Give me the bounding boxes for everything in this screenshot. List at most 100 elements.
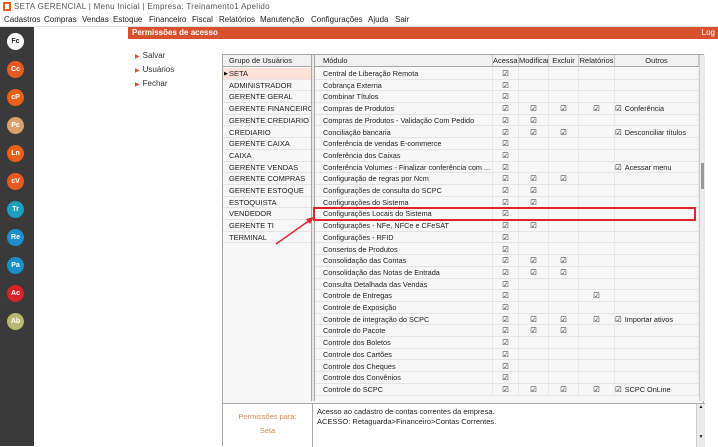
permission-cell-a[interactable]: ☑: [493, 266, 519, 279]
permission-cell-a[interactable]: ☑: [493, 68, 519, 80]
action-2[interactable]: ▶ Fechar: [135, 79, 168, 88]
permission-cell-mo[interactable]: [519, 372, 549, 384]
other-permission-cell[interactable]: ☑ Desconciliar títulos: [615, 126, 699, 139]
group-row[interactable]: ESTOQUISTA: [223, 197, 311, 209]
permission-cell-r[interactable]: [579, 68, 615, 80]
checkbox-checked-icon[interactable]: ☑: [560, 174, 567, 183]
checkbox-checked-icon[interactable]: ☑: [502, 256, 509, 265]
checkbox-checked-icon[interactable]: ☑: [560, 268, 567, 277]
permission-cell-mo[interactable]: ☑: [519, 220, 549, 232]
group-row[interactable]: SETA: [223, 68, 311, 80]
checkbox-checked-icon[interactable]: ☑: [615, 104, 622, 113]
other-permission-cell[interactable]: [615, 266, 699, 279]
permission-cell-a[interactable]: ☑: [493, 149, 519, 162]
checkbox-checked-icon[interactable]: ☑: [615, 385, 622, 394]
group-row[interactable]: ADMINISTRADOR: [223, 80, 311, 92]
permission-cell-r[interactable]: [579, 126, 615, 139]
shortcut-1-icon[interactable]: Cc: [7, 61, 24, 78]
shortcut-10-icon[interactable]: Ab: [7, 313, 24, 330]
permission-cell-a[interactable]: ☑: [493, 302, 519, 314]
checkbox-checked-icon[interactable]: ☑: [502, 116, 509, 125]
other-permission-cell[interactable]: [615, 348, 699, 361]
permission-cell-e[interactable]: [549, 360, 579, 373]
permission-cell-r[interactable]: [579, 255, 615, 267]
other-permission-cell[interactable]: ☑ Importar ativos: [615, 313, 699, 326]
checkbox-checked-icon[interactable]: ☑: [593, 104, 600, 113]
permission-cell-e[interactable]: [549, 138, 579, 150]
permission-cell-r[interactable]: [579, 173, 615, 185]
permission-cell-mo[interactable]: [519, 149, 549, 162]
checkbox-checked-icon[interactable]: ☑: [502, 174, 509, 183]
permission-cell-a[interactable]: ☑: [493, 313, 519, 326]
permission-row[interactable]: Consulta Detalhada das Vendas ☑: [315, 278, 699, 291]
checkbox-checked-icon[interactable]: ☑: [530, 221, 537, 230]
permission-cell-e[interactable]: [549, 348, 579, 361]
other-permission-cell[interactable]: [615, 255, 699, 267]
checkbox-checked-icon[interactable]: ☑: [530, 116, 537, 125]
checkbox-checked-icon[interactable]: ☑: [502, 385, 509, 394]
permission-cell-r[interactable]: [579, 79, 615, 92]
permission-cell-e[interactable]: ☑: [549, 126, 579, 139]
permission-cell-r[interactable]: [579, 348, 615, 361]
permission-cell-e[interactable]: ☑: [549, 103, 579, 115]
permission-row[interactable]: Controle dos Boletos ☑: [315, 337, 699, 349]
checkbox-checked-icon[interactable]: ☑: [502, 268, 509, 277]
permission-row[interactable]: Configurações - RFID ☑: [315, 231, 699, 244]
other-permission-cell[interactable]: [615, 360, 699, 373]
group-row[interactable]: GERENTE CAIXA: [223, 138, 311, 150]
checkbox-checked-icon[interactable]: ☑: [502, 326, 509, 335]
checkbox-checked-icon[interactable]: ☑: [560, 256, 567, 265]
menu-item-1[interactable]: Compras: [44, 15, 76, 24]
permission-row[interactable]: Central de Liberação Remota ☑: [315, 68, 699, 80]
checkbox-checked-icon[interactable]: ☑: [502, 291, 509, 300]
column-header[interactable]: Acessar: [493, 55, 519, 67]
checkbox-checked-icon[interactable]: ☑: [615, 128, 622, 137]
permission-cell-e[interactable]: ☑: [549, 313, 579, 326]
other-permission-cell[interactable]: [615, 91, 699, 104]
shortcut-0-icon[interactable]: Fc: [7, 33, 24, 50]
permission-cell-mo[interactable]: [519, 278, 549, 291]
permission-row[interactable]: Conciliação bancaria ☑ ☑ ☑ ☑ Desconciliar tít…: [315, 126, 699, 139]
permission-cell-a[interactable]: ☑: [493, 103, 519, 115]
permission-cell-r[interactable]: [579, 138, 615, 150]
group-row[interactable]: CREDIARIO: [223, 127, 311, 139]
shortcut-3-icon[interactable]: Pc: [7, 117, 24, 134]
checkbox-checked-icon[interactable]: ☑: [593, 291, 600, 300]
group-row[interactable]: GERENTE CREDIARIO: [223, 115, 311, 127]
checkbox-checked-icon[interactable]: ☑: [560, 315, 567, 324]
checkbox-checked-icon[interactable]: ☑: [593, 315, 600, 324]
action-1[interactable]: ▶ Usuários: [135, 65, 174, 74]
checkbox-checked-icon[interactable]: ☑: [530, 385, 537, 394]
checkbox-checked-icon[interactable]: ☑: [530, 256, 537, 265]
permission-cell-r[interactable]: [579, 302, 615, 314]
permission-cell-a[interactable]: ☑: [493, 337, 519, 349]
permission-cell-a[interactable]: ☑: [493, 91, 519, 104]
permission-cell-mo[interactable]: [519, 360, 549, 373]
permission-cell-e[interactable]: [549, 231, 579, 244]
other-permission-cell[interactable]: [615, 278, 699, 291]
other-permission-cell[interactable]: [615, 68, 699, 80]
menu-item-3[interactable]: Estoque: [113, 15, 142, 24]
permission-row[interactable]: Consolidação das Notas de Entrada ☑ ☑ ☑: [315, 266, 699, 279]
permission-row[interactable]: Compras de Produtos ☑ ☑ ☑ ☑ ☑ Conferência: [315, 103, 699, 115]
shortcut-7-icon[interactable]: Re: [7, 229, 24, 246]
checkbox-checked-icon[interactable]: ☑: [530, 326, 537, 335]
menu-item-5[interactable]: Fiscal: [192, 15, 213, 24]
menu-item-6[interactable]: Relatórios: [219, 15, 255, 24]
permission-cell-a[interactable]: ☑: [493, 243, 519, 256]
other-permission-cell[interactable]: ☑ SCPC OnLine: [615, 383, 699, 396]
column-header[interactable]: Outros: [615, 55, 699, 67]
group-row[interactable]: GERENTE FINANCEIRO: [223, 103, 311, 115]
permission-cell-mo[interactable]: [519, 68, 549, 80]
other-permission-cell[interactable]: [615, 290, 699, 302]
menu-item-2[interactable]: Vendas: [82, 15, 109, 24]
permission-cell-mo[interactable]: ☑: [519, 103, 549, 115]
scroll-down-icon[interactable]: ▼: [697, 434, 705, 440]
other-permission-cell[interactable]: ☑ Acessar menu: [615, 161, 699, 174]
permission-cell-r[interactable]: ☑: [579, 290, 615, 302]
permission-row[interactable]: Consertos de Produtos ☑: [315, 243, 699, 256]
permission-row[interactable]: Conferência Volumes - Finalizar conferên…: [315, 161, 699, 174]
permission-cell-e[interactable]: [549, 337, 579, 349]
checkbox-checked-icon[interactable]: ☑: [530, 198, 537, 207]
permission-row[interactable]: Controle de integração do SCPC ☑ ☑ ☑ ☑ ☑ Impor…: [315, 313, 699, 326]
